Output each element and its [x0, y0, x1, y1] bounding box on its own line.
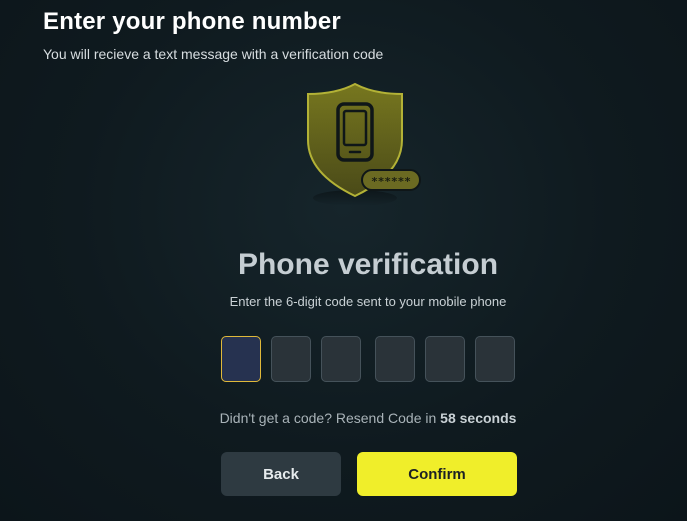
confirm-button[interactable]: Confirm: [357, 452, 517, 496]
page-subtitle: You will recieve a text message with a v…: [43, 46, 384, 62]
password-mask: ******: [371, 175, 411, 188]
code-digit-2[interactable]: [271, 336, 311, 382]
code-digit-3[interactable]: [321, 336, 361, 382]
verification-subtitle: Enter the 6-digit code sent to your mobi…: [229, 294, 507, 309]
page-title: Enter your phone number: [43, 8, 341, 35]
resend-info: Didn't get a code? Resend Code in 58 sec…: [0, 410, 687, 426]
code-input-group: [221, 336, 517, 384]
code-digit-5[interactable]: [425, 336, 465, 382]
shield-phone-icon: ******: [307, 82, 421, 205]
code-digit-4[interactable]: [375, 336, 415, 382]
code-digit-1[interactable]: [221, 336, 261, 382]
back-button[interactable]: Back: [221, 452, 341, 496]
verification-title: Phone verification: [237, 248, 499, 281]
code-digit-6[interactable]: [475, 336, 515, 382]
resend-prefix: Didn't get a code? Resend Code in: [219, 410, 437, 426]
resend-countdown: 58 seconds: [440, 410, 517, 426]
